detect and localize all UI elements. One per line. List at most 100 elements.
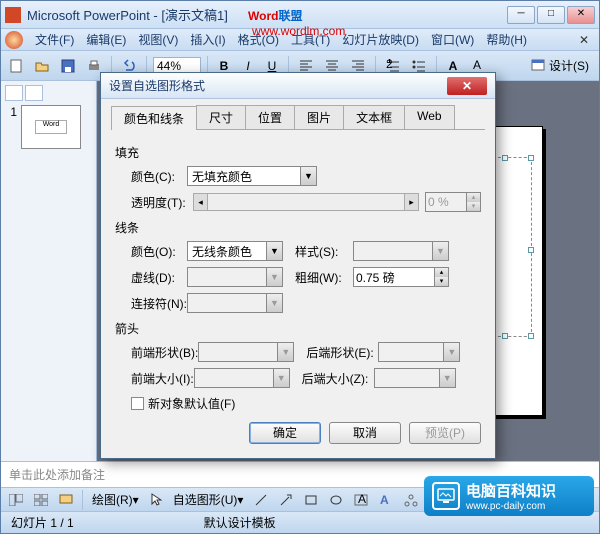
cancel-button[interactable]: 取消 <box>329 422 401 444</box>
dialog-titlebar[interactable]: 设置自选图形格式 ✕ <box>101 73 495 99</box>
dialog-tabs: 颜色和线条 尺寸 位置 图片 文本框 Web <box>111 105 485 130</box>
chevron-down-icon: ▼ <box>432 242 448 260</box>
thumb-preview: Word <box>21 105 81 149</box>
transparency-slider[interactable]: ◂ ▸ <box>193 193 419 211</box>
menu-window[interactable]: 窗口(W) <box>425 29 480 50</box>
select-tool[interactable] <box>146 489 166 511</box>
normal-view-button[interactable] <box>5 489 27 511</box>
chevron-down-icon: ▼ <box>300 167 316 185</box>
outline-tab[interactable] <box>25 85 43 101</box>
open-button[interactable] <box>31 55 53 77</box>
tab-web[interactable]: Web <box>404 105 454 129</box>
line-dash-combo[interactable]: ▼ <box>187 267 283 287</box>
menu-file[interactable]: 文件(F) <box>29 29 80 50</box>
end-size-label: 后端大小(Z): <box>302 370 374 387</box>
menu-view[interactable]: 视图(V) <box>132 29 184 50</box>
dialog-title: 设置自选图形格式 <box>109 77 447 94</box>
sorter-view-button[interactable] <box>30 489 52 511</box>
resize-handle[interactable] <box>502 155 508 161</box>
spinner-buttons[interactable]: ▴▾ <box>466 193 480 211</box>
end-size-combo[interactable]: ▼ <box>374 368 456 388</box>
slide-panel: 1 Word <box>1 81 97 461</box>
transparency-spinner[interactable]: 0 % ▴▾ <box>425 192 481 212</box>
slides-tab[interactable] <box>5 85 23 101</box>
line-weight-spinner[interactable]: 0.75 磅 ▴▾ <box>353 267 449 287</box>
line-style-label: 样式(S): <box>295 243 353 260</box>
dialog-close-button[interactable]: ✕ <box>447 77 487 95</box>
resize-handle[interactable] <box>502 333 508 339</box>
end-style-combo[interactable]: ▼ <box>378 342 460 362</box>
resize-handle[interactable] <box>528 247 534 253</box>
textbox-tool[interactable]: A <box>350 489 372 511</box>
line-weight-value: 0.75 磅 <box>356 269 395 286</box>
monitor-icon <box>432 482 460 510</box>
fill-group-label: 填充 <box>115 144 481 161</box>
window-buttons: ─ □ ✕ <box>507 6 595 24</box>
rectangle-tool[interactable] <box>300 489 322 511</box>
fill-color-combo[interactable]: 无填充颜色 ▼ <box>187 166 317 186</box>
default-checkbox[interactable] <box>131 397 144 410</box>
arrow-tool[interactable] <box>275 489 297 511</box>
watermark-text-block: 电脑百科知识 www.pc-daily.com <box>466 480 556 512</box>
tab-position[interactable]: 位置 <box>245 105 295 129</box>
line-color-combo[interactable]: 无线条颜色 ▼ <box>187 241 283 261</box>
default-checkbox-row: 新对象默认值(F) <box>115 395 481 412</box>
panel-tabs <box>5 85 92 101</box>
chevron-down-icon: ▼ <box>277 343 293 361</box>
watermark-part2: 联盟 <box>278 9 302 23</box>
svg-text:A: A <box>358 493 366 506</box>
save-button[interactable] <box>57 55 79 77</box>
tab-colors-lines[interactable]: 颜色和线条 <box>111 106 197 130</box>
resize-handle[interactable] <box>528 333 534 339</box>
preview-button[interactable]: 预览(P) <box>409 422 481 444</box>
doc-close-button[interactable]: ✕ <box>573 33 595 47</box>
app-icon <box>5 7 21 23</box>
spinner-buttons[interactable]: ▴▾ <box>434 268 448 286</box>
menu-help[interactable]: 帮助(H) <box>480 29 533 50</box>
tab-textbox[interactable]: 文本框 <box>343 105 405 129</box>
tab-size[interactable]: 尺寸 <box>196 105 246 129</box>
diagram-tool[interactable] <box>400 489 422 511</box>
menu-slideshow[interactable]: 幻灯片放映(D) <box>336 29 425 50</box>
tab-picture[interactable]: 图片 <box>294 105 344 129</box>
line-style-combo[interactable]: ▼ <box>353 241 449 261</box>
draw-menu-button[interactable]: 绘图(R) ▾ <box>88 489 143 511</box>
resize-handle[interactable] <box>528 155 534 161</box>
slider-right-arrow-icon[interactable]: ▸ <box>404 194 418 210</box>
slide-thumbnail[interactable]: 1 Word <box>5 105 92 149</box>
close-button[interactable]: ✕ <box>567 6 595 24</box>
notes-placeholder: 单击此处添加备注 <box>9 468 105 482</box>
menu-insert[interactable]: 插入(I) <box>184 29 231 50</box>
slideshow-view-button[interactable] <box>55 489 77 511</box>
new-button[interactable] <box>5 55 27 77</box>
separator-icon <box>82 490 83 510</box>
slider-left-arrow-icon[interactable]: ◂ <box>194 194 208 210</box>
begin-size-combo[interactable]: ▼ <box>194 368 290 388</box>
draw-menu-label: 绘图(R) <box>92 491 133 508</box>
wordart-tool[interactable]: A <box>375 489 397 511</box>
autoshapes-button[interactable]: 自选图形(U) ▾ <box>169 489 248 511</box>
oval-tool[interactable] <box>325 489 347 511</box>
line-dash-label: 虚线(D): <box>115 269 187 286</box>
chevron-down-icon: ▼ <box>443 343 459 361</box>
begin-style-combo[interactable]: ▼ <box>198 342 294 362</box>
format-autoshape-dialog: 设置自选图形格式 ✕ 颜色和线条 尺寸 位置 图片 文本框 Web 填充 颜色(… <box>100 72 496 459</box>
watermark-site: www.pc-daily.com <box>466 501 556 512</box>
ok-button[interactable]: 确定 <box>249 422 321 444</box>
connector-label: 连接符(N): <box>115 295 187 312</box>
status-slide-number: 幻灯片 1 / 1 <box>11 514 204 531</box>
dialog-body: 颜色和线条 尺寸 位置 图片 文本框 Web 填充 颜色(C): 无填充颜色 ▼… <box>101 99 495 458</box>
office-button[interactable] <box>5 31 23 49</box>
design-button[interactable]: 设计(S) <box>525 57 595 74</box>
minimize-button[interactable]: ─ <box>507 6 535 24</box>
line-color-value: 无线条颜色 <box>192 243 252 260</box>
connector-combo[interactable]: ▼ <box>187 293 283 313</box>
end-style-label: 后端形状(E): <box>306 344 378 361</box>
line-tool[interactable] <box>250 489 272 511</box>
svg-text:A: A <box>380 493 389 507</box>
chevron-down-icon: ▼ <box>439 369 455 387</box>
maximize-button[interactable]: □ <box>537 6 565 24</box>
thumb-text: Word <box>35 120 67 134</box>
fill-color-label: 颜色(C): <box>115 168 187 185</box>
menu-edit[interactable]: 编辑(E) <box>80 29 132 50</box>
